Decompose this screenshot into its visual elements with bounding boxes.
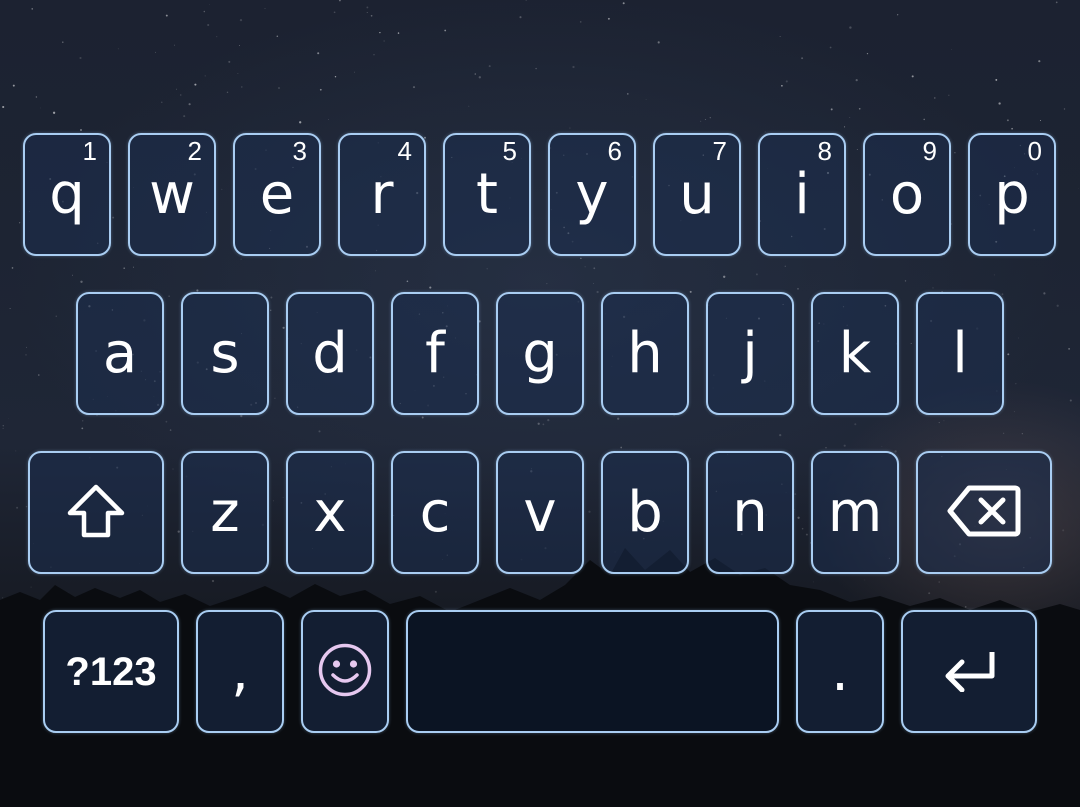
key-d[interactable]: d [286,292,374,415]
key-z[interactable]: z [181,451,269,574]
key-m[interactable]: m [811,451,899,574]
key-label: v [523,479,557,545]
comma-key-label: , [231,638,249,704]
key-label: z [210,479,240,545]
key-label: u [679,161,715,227]
key-f[interactable]: f [391,292,479,415]
key-hint: 2 [187,136,202,166]
key-label: q [49,161,85,227]
shift-key[interactable] [28,451,164,574]
key-label: l [952,320,968,386]
key-a[interactable]: a [76,292,164,415]
key-x[interactable]: x [286,451,374,574]
key-hint: 6 [607,136,622,166]
period-key-label: . [831,638,849,704]
key-label: s [210,320,240,386]
key-label: h [627,320,663,386]
symbols-key[interactable]: ?123 [43,610,179,733]
key-j[interactable]: j [706,292,794,415]
key-hint: 1 [82,136,97,166]
key-q[interactable]: 1 q [23,133,111,256]
key-hint: 7 [712,136,727,166]
key-label: e [259,161,295,227]
key-n[interactable]: n [706,451,794,574]
key-v[interactable]: v [496,451,584,574]
key-label: p [994,161,1030,227]
key-h[interactable]: h [601,292,689,415]
key-hint: 8 [817,136,832,166]
key-label: j [742,320,758,386]
key-b[interactable]: b [601,451,689,574]
backspace-key[interactable] [916,451,1052,574]
key-w[interactable]: 2 w [128,133,216,256]
key-hint: 5 [502,136,517,166]
key-label: d [312,320,348,386]
key-label: b [627,479,663,545]
key-label: w [149,161,195,227]
key-label: c [419,479,451,545]
key-label: i [794,161,810,227]
key-label: y [575,161,609,227]
key-label: n [732,479,768,545]
key-label: g [522,320,558,386]
key-p[interactable]: 0 p [968,133,1056,256]
key-hint: 4 [397,136,412,166]
keyboard: 1 q 2 w 3 e 4 r 5 t 6 y 7 u 8 i 9 o 0 p … [0,0,1080,807]
key-e[interactable]: 3 e [233,133,321,256]
key-hint: 0 [1027,136,1042,166]
key-l[interactable]: l [916,292,1004,415]
key-g[interactable]: g [496,292,584,415]
key-s[interactable]: s [181,292,269,415]
key-label: t [476,161,498,227]
key-label: r [370,161,394,227]
key-k[interactable]: k [811,292,899,415]
key-label: x [313,479,347,545]
key-label: f [425,320,445,386]
key-label: o [889,161,925,227]
key-r[interactable]: 4 r [338,133,426,256]
space-bar[interactable] [406,610,779,733]
key-o[interactable]: 9 o [863,133,951,256]
emoji-key[interactable] [301,610,389,733]
comma-key[interactable]: , [196,610,284,733]
key-u[interactable]: 7 u [653,133,741,256]
key-hint: 9 [922,136,937,166]
period-key[interactable]: . [796,610,884,733]
key-label: m [827,479,883,545]
key-y[interactable]: 6 y [548,133,636,256]
enter-key[interactable] [901,610,1037,733]
key-t[interactable]: 5 t [443,133,531,256]
enter-arrow-icon [938,648,1000,696]
key-label: a [102,320,138,386]
key-label: k [838,320,872,386]
key-c[interactable]: c [391,451,479,574]
smiley-face-icon [317,642,373,702]
key-i[interactable]: 8 i [758,133,846,256]
shift-arrow-up-icon [64,483,128,543]
key-hint: 3 [292,136,307,166]
symbols-key-label: ?123 [65,649,157,694]
backspace-icon [947,484,1021,542]
